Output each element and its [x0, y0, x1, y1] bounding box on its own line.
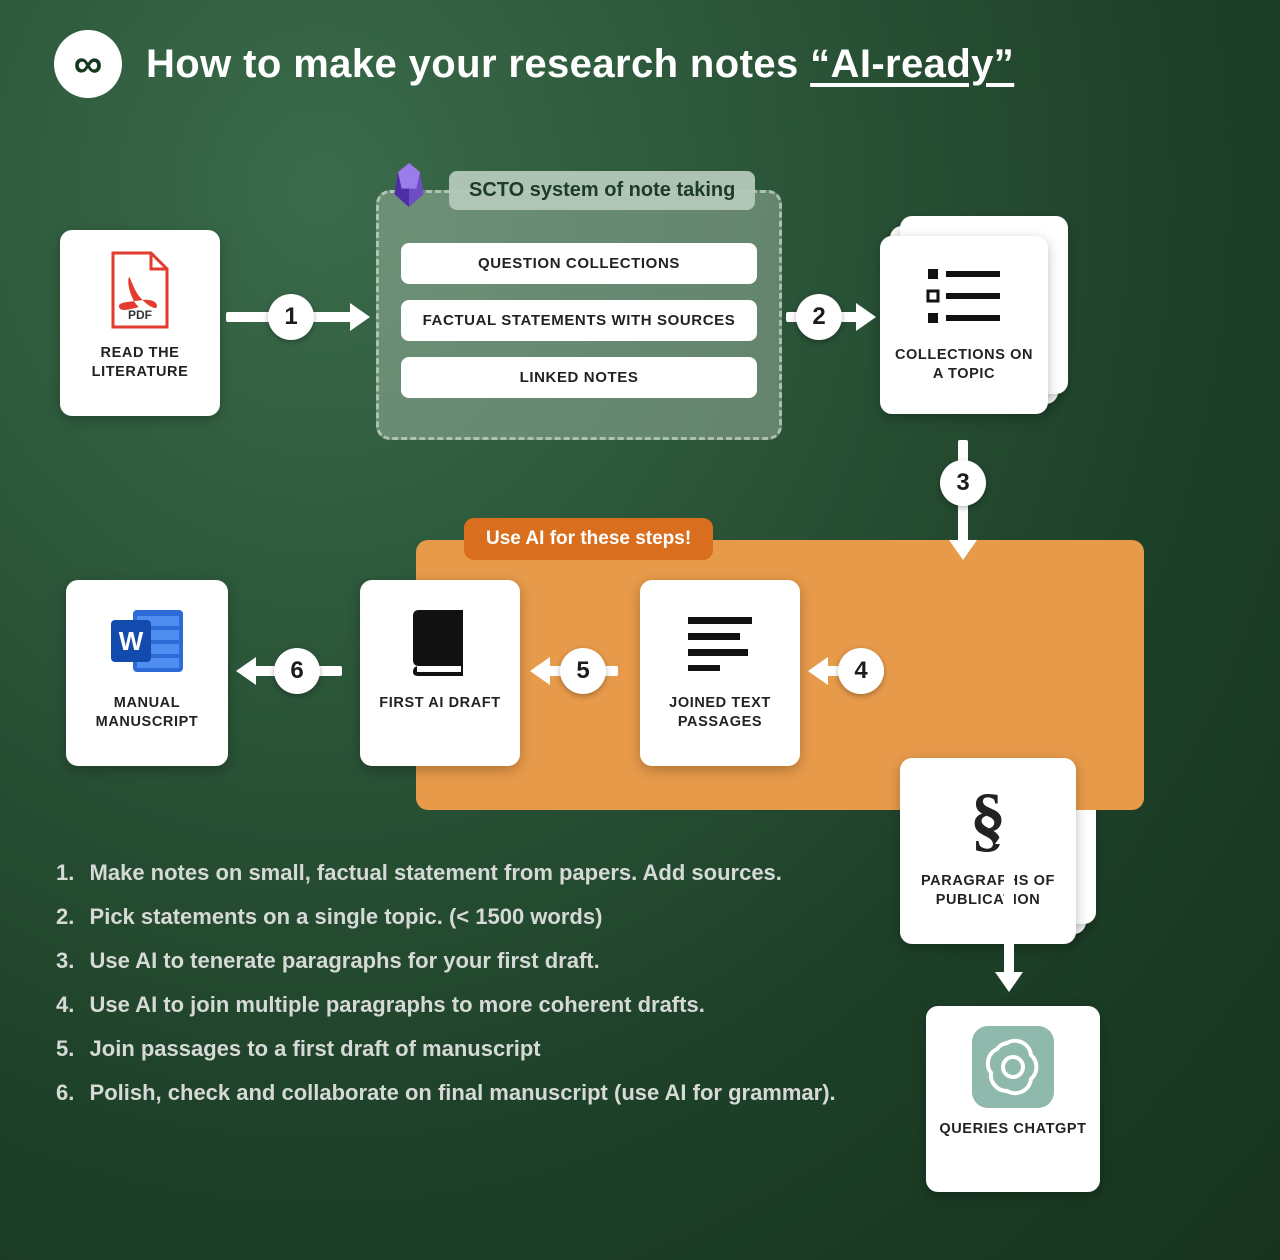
arrow-chatgpt-bidirectional	[1004, 840, 1014, 976]
text-lines-icon	[684, 596, 756, 686]
step-4-text: Use AI to join multiple paragraphs to mo…	[90, 992, 705, 1018]
step-num-6: 6	[274, 648, 320, 694]
word-doc-icon: W	[105, 596, 189, 686]
step-4: 4.Use AI to join multiple paragraphs to …	[56, 992, 876, 1018]
step-3-text: Use AI to tenerate paragraphs for your f…	[90, 948, 600, 974]
card-label: MANUAL MANUSCRIPT	[76, 694, 218, 732]
title-prefix: How to make your research notes	[146, 42, 810, 86]
card-paragraphs: § PARAGRAPHS OF PUBLICATION	[900, 758, 1076, 944]
steps-list: 1.Make notes on small, factual statement…	[56, 860, 876, 1106]
card-label: FIRST AI DRAFT	[379, 694, 500, 713]
card-label: PARAGRAPHS OF PUBLICATION	[910, 872, 1066, 910]
section-symbol-icon: §	[970, 774, 1006, 864]
card-read-literature: PDF READ THE LITERATURE	[60, 230, 220, 416]
svg-text:W: W	[119, 626, 144, 656]
step-1-text: Make notes on small, factual statement f…	[90, 860, 782, 886]
scto-panel-title: SCTO system of note taking	[449, 171, 755, 210]
scto-pill-linked: LINKED NOTES	[401, 357, 757, 398]
step-6-text: Polish, check and collaborate on final m…	[90, 1080, 836, 1106]
step-num-4: 4	[838, 648, 884, 694]
card-label: JOINED TEXT PASSAGES	[650, 694, 790, 732]
card-chatgpt: QUERIES CHATGPT	[926, 1006, 1100, 1192]
page-title: How to make your research notes “AI-read…	[146, 42, 1014, 87]
card-label: COLLECTIONS ON A TOPIC	[890, 346, 1038, 384]
chatgpt-icon	[970, 1022, 1056, 1112]
step-5: 5.Join passages to a first draft of manu…	[56, 1036, 876, 1062]
card-joined: JOINED TEXT PASSAGES	[640, 580, 800, 766]
step-num-5: 5	[560, 648, 606, 694]
obsidian-gem-icon	[387, 163, 431, 207]
card-first-ai-draft: FIRST AI DRAFT	[360, 580, 520, 766]
step-2-text: Pick statements on a single topic. (< 15…	[90, 904, 603, 930]
card-label: READ THE LITERATURE	[70, 344, 210, 382]
svg-text:PDF: PDF	[128, 308, 152, 322]
book-icon	[407, 596, 473, 686]
card-label: QUERIES CHATGPT	[939, 1120, 1086, 1139]
step-2: 2.Pick statements on a single topic. (< …	[56, 904, 876, 930]
card-collections: COLLECTIONS ON A TOPIC	[880, 236, 1048, 414]
scto-pill-factual: FACTUAL STATEMENTS WITH SOURCES	[401, 300, 757, 341]
title-quoted: “AI-ready”	[810, 42, 1014, 86]
scto-pill-questions: QUESTION COLLECTIONS	[401, 243, 757, 284]
step-1: 1.Make notes on small, factual statement…	[56, 860, 876, 886]
step-num-2: 2	[796, 294, 842, 340]
list-icon	[924, 252, 1004, 338]
step-3: 3.Use AI to tenerate paragraphs for your…	[56, 948, 876, 974]
step-6: 6.Polish, check and collaborate on final…	[56, 1080, 876, 1106]
ai-steps-badge: Use AI for these steps!	[464, 518, 713, 560]
step-num-1: 1	[268, 294, 314, 340]
step-num-3: 3	[940, 460, 986, 506]
infinity-logo-icon: ∞	[54, 30, 122, 98]
step-5-text: Join passages to a first draft of manusc…	[90, 1036, 541, 1062]
card-manual-manuscript: W MANUAL MANUSCRIPT	[66, 580, 228, 766]
pdf-icon: PDF	[107, 246, 173, 336]
scto-panel: SCTO system of note taking QUESTION COLL…	[376, 190, 782, 440]
